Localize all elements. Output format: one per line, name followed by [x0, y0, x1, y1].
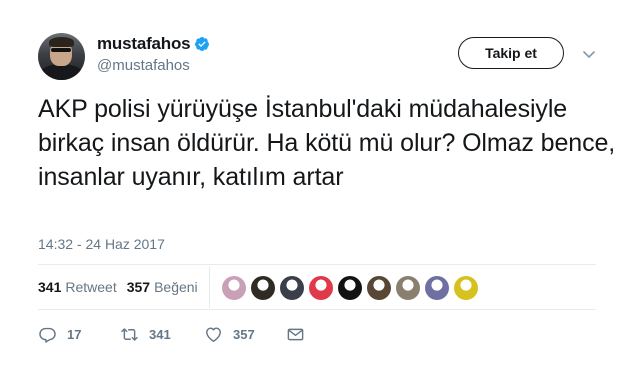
user-avatar[interactable] [38, 33, 85, 80]
like-stat-label: Beğeni [154, 279, 198, 295]
liker-avatar[interactable] [251, 276, 275, 300]
retweet-icon [120, 325, 139, 344]
heart-icon [204, 325, 223, 344]
liker-avatar[interactable] [396, 276, 420, 300]
follow-button[interactable]: Takip et [458, 37, 564, 69]
like-action[interactable]: 357 [204, 325, 286, 344]
liker-avatar[interactable] [454, 276, 478, 300]
retweet-stat-count: 341 [38, 279, 62, 295]
tweet-text: AKP polisi yürüyüşe İstanbul'daki müdaha… [38, 95, 616, 191]
action-bar: 17 341 357 [38, 325, 305, 344]
reply-action[interactable]: 17 [38, 325, 120, 344]
stats-top-divider [38, 264, 596, 265]
stats-separator [209, 266, 210, 308]
envelope-icon [286, 325, 305, 344]
name-row[interactable]: mustafahos [97, 34, 210, 54]
liker-avatar[interactable] [367, 276, 391, 300]
display-name[interactable]: mustafahos [97, 34, 191, 54]
retweet-action[interactable]: 341 [120, 325, 204, 344]
like-stat-count: 357 [126, 279, 151, 295]
stats-bottom-divider [38, 309, 596, 310]
reply-icon [38, 325, 57, 344]
like-count: 357 [233, 327, 255, 342]
avatar-glasses-shape [51, 48, 71, 52]
like-stat[interactable]: 357 Beğeni [127, 279, 198, 295]
retweet-stat-label: Retweet [65, 279, 117, 295]
reply-count: 17 [67, 327, 82, 342]
liker-avatar[interactable] [338, 276, 362, 300]
avatar-body-shape [40, 64, 83, 80]
chevron-down-icon[interactable] [583, 47, 595, 58]
retweet-stat[interactable]: 341 Retweet [38, 279, 117, 295]
direct-message-action[interactable] [286, 325, 305, 344]
retweet-count: 341 [149, 327, 171, 342]
verified-badge-icon [194, 36, 210, 52]
liker-avatar[interactable] [425, 276, 449, 300]
liker-avatar[interactable] [309, 276, 333, 300]
tweet-timestamp[interactable]: 14:32 - 24 Haz 2017 [38, 236, 165, 252]
avatar-hair-shape [49, 37, 74, 47]
liker-avatar[interactable] [280, 276, 304, 300]
user-handle[interactable]: @mustafahos [97, 57, 190, 74]
liker-avatars [222, 276, 483, 300]
liker-avatar[interactable] [222, 276, 246, 300]
tweet-card: mustafahos @mustafahos Takip et AKP poli… [0, 0, 634, 372]
tweet-stats: 341 Retweet 357 Beğeni [38, 279, 198, 295]
